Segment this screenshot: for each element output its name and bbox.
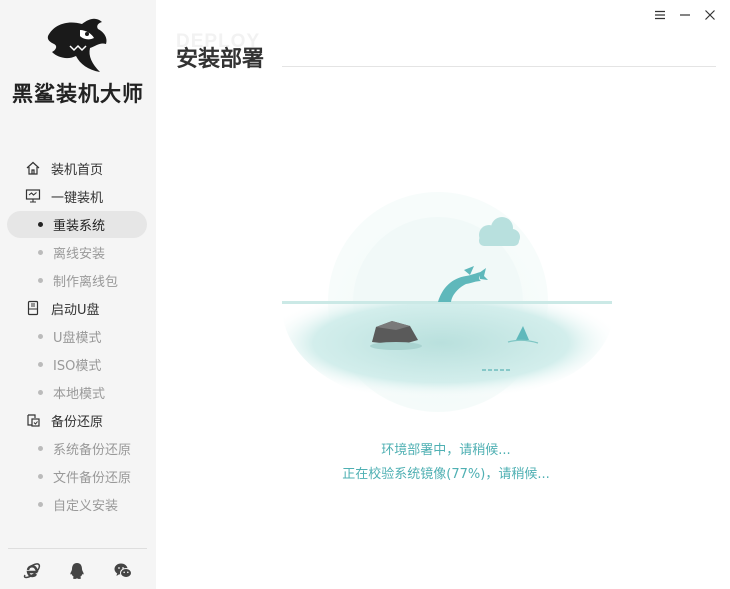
brand-name: 黑鲨装机大师 [12, 82, 144, 106]
sidebar-item-backup-restore[interactable]: 备份还原 [0, 406, 156, 434]
status-text-verify-image: 正在校验系统镜像(77%)，请稍候... [342, 467, 550, 482]
sidebar-subitem-usb-mode[interactable]: U盘模式 [0, 322, 156, 350]
close-icon[interactable] [703, 8, 717, 22]
home-icon [26, 161, 40, 175]
menu-icon[interactable] [653, 8, 667, 22]
wechat-icon[interactable] [113, 561, 133, 581]
bullet-dot [38, 250, 43, 255]
sidebar-subitem-label: ISO模式 [53, 358, 102, 374]
sidebar: 黑鲨装机大师 装机首页 一键装机 重装系统 离线安装 制作离线包 启动U盘 U盘… [0, 0, 156, 589]
backup-icon [27, 414, 40, 427]
monitor-icon [25, 189, 41, 203]
qq-icon[interactable] [67, 561, 87, 581]
sidebar-subitem-make-offline-package[interactable]: 制作离线包 [0, 266, 156, 294]
sidebar-subitem-file-backup[interactable]: 文件备份还原 [0, 462, 156, 490]
sidebar-subitem-local-mode[interactable]: 本地模式 [0, 378, 156, 406]
shark-logo-icon [47, 18, 107, 73]
sidebar-subitem-label: 文件备份还原 [53, 470, 132, 486]
sidebar-subitem-custom-install[interactable]: 自定义安装 [0, 490, 156, 518]
sidebar-item-label: 装机首页 [51, 162, 104, 178]
bullet-dot [38, 446, 43, 451]
sidebar-subitem-label: 本地模式 [53, 386, 106, 402]
page-title: 安装部署 [176, 47, 265, 72]
bullet-dot [38, 222, 43, 227]
sidebar-subitem-iso-mode[interactable]: ISO模式 [0, 350, 156, 378]
sidebar-divider [8, 548, 147, 549]
sidebar-subitem-label: 离线安装 [53, 246, 106, 262]
sidebar-nav: 装机首页 一键装机 重装系统 离线安装 制作离线包 启动U盘 U盘模式 ISO模… [0, 154, 156, 518]
sidebar-subitem-label: 重装系统 [53, 218, 106, 234]
sidebar-subitem-label: 系统备份还原 [53, 442, 132, 458]
bullet-dot [38, 502, 43, 507]
sidebar-item-boot-usb[interactable]: 启动U盘 [0, 294, 156, 322]
sidebar-subitem-label: U盘模式 [53, 330, 102, 346]
sidebar-item-label: 一键装机 [51, 190, 104, 206]
status-text-environment: 环境部署中，请稍候... [381, 443, 511, 458]
sidebar-item-label: 启动U盘 [51, 302, 100, 318]
sidebar-subitem-system-backup[interactable]: 系统备份还原 [0, 434, 156, 462]
bullet-dot [38, 390, 43, 395]
usb-drive-icon [27, 300, 39, 316]
sidebar-subitem-offline-install[interactable]: 离线安装 [0, 238, 156, 266]
minimize-icon[interactable] [678, 8, 692, 22]
bullet-dot [38, 278, 43, 283]
logo: 黑鲨装机大师 [0, 16, 156, 106]
ie-browser-icon[interactable] [22, 561, 42, 581]
sidebar-subitem-label: 自定义安装 [53, 498, 119, 514]
bullet-dot [38, 474, 43, 479]
bullet-dot [38, 334, 43, 339]
sidebar-subitem-label: 制作离线包 [53, 274, 119, 290]
sidebar-item-label: 备份还原 [51, 414, 104, 430]
sidebar-subitem-reinstall-system[interactable]: 重装系统 [0, 210, 156, 238]
title-divider [282, 66, 716, 67]
bullet-dot [38, 362, 43, 367]
sidebar-item-home[interactable]: 装机首页 [0, 154, 156, 182]
deploy-illustration [281, 192, 614, 412]
sidebar-footer [0, 561, 156, 583]
sidebar-item-one-click-install[interactable]: 一键装机 [0, 182, 156, 210]
